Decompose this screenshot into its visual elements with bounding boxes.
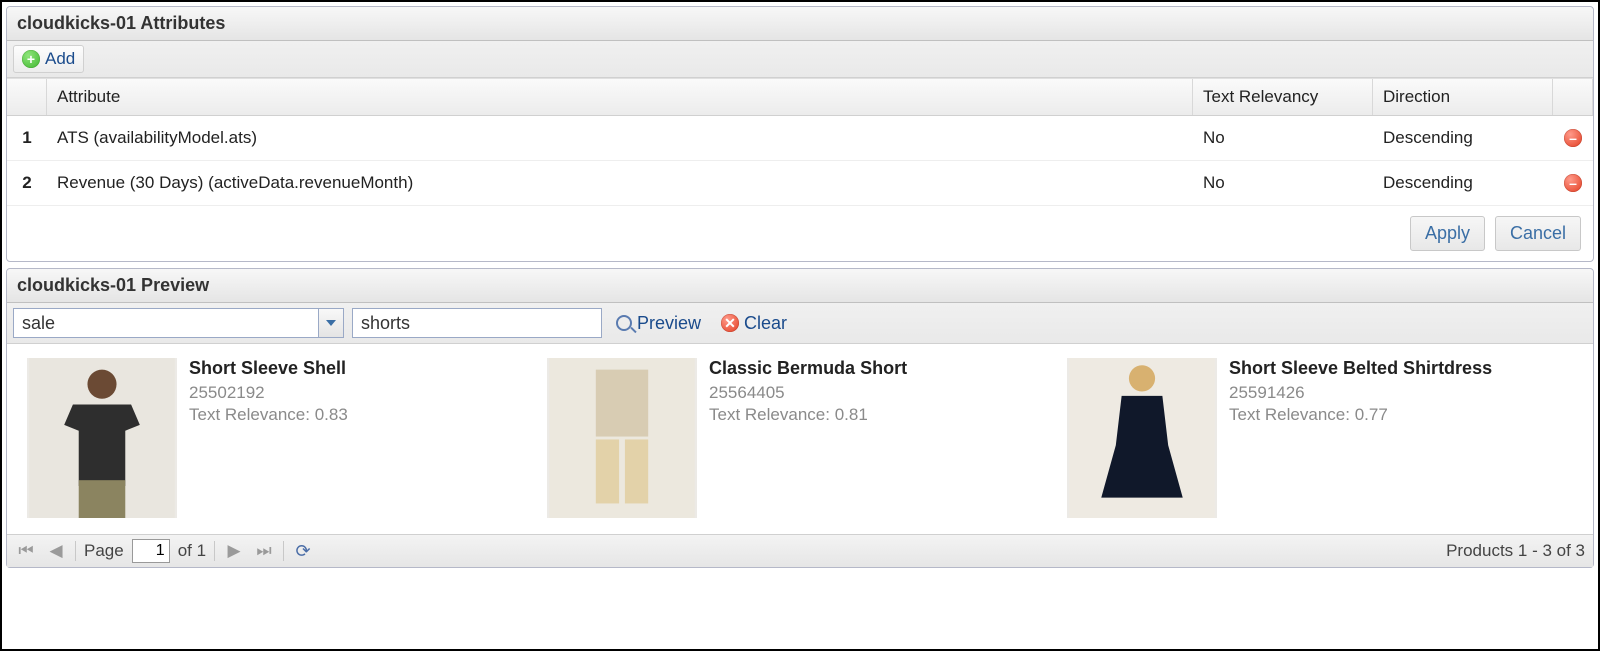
- add-button-label: Add: [45, 49, 75, 69]
- row-text-relevancy: No: [1193, 161, 1373, 205]
- attributes-panel: cloudkicks-01 Attributes + Add Attribute…: [6, 6, 1594, 262]
- paging-toolbar: ⏮ ◀ Page of 1 ▶ ⏭ ⟳ Products 1 - 3 of 3: [7, 534, 1593, 567]
- product-relevance: Text Relevance: 0.81: [709, 405, 907, 425]
- product-sku: 25564405: [709, 383, 907, 403]
- preview-button[interactable]: Preview: [610, 310, 707, 337]
- row-direction: Descending: [1373, 161, 1553, 205]
- product-image-icon: [547, 358, 697, 518]
- next-page-button[interactable]: ▶: [223, 540, 245, 562]
- col-header-attribute[interactable]: Attribute: [47, 79, 1193, 115]
- row-text-relevancy: No: [1193, 116, 1373, 160]
- product-relevance: Text Relevance: 0.77: [1229, 405, 1492, 425]
- preview-toolbar: Preview ✕ Clear: [7, 303, 1593, 344]
- paging-status: Products 1 - 3 of 3: [1446, 541, 1585, 561]
- category-input[interactable]: [13, 308, 318, 338]
- product-card[interactable]: Short Sleeve Belted Shirtdress 25591426 …: [1067, 358, 1547, 518]
- product-title: Classic Bermuda Short: [709, 358, 907, 379]
- clear-button[interactable]: ✕ Clear: [715, 310, 793, 337]
- attribute-row[interactable]: 1 ATS (availabilityModel.ats) No Descend…: [7, 116, 1593, 161]
- product-title: Short Sleeve Belted Shirtdress: [1229, 358, 1492, 379]
- col-header-text-relevancy[interactable]: Text Relevancy: [1193, 79, 1373, 115]
- page-label: Page: [84, 541, 124, 561]
- col-header-direction[interactable]: Direction: [1373, 79, 1553, 115]
- apply-button[interactable]: Apply: [1410, 216, 1485, 251]
- delete-row-button[interactable]: –: [1564, 129, 1582, 147]
- chevron-down-icon: [326, 320, 336, 326]
- preview-panel-title: cloudkicks-01 Preview: [7, 269, 1593, 303]
- search-input[interactable]: [352, 308, 602, 338]
- page-of-label: of 1: [178, 541, 206, 561]
- product-sku: 25591426: [1229, 383, 1492, 403]
- product-thumbnail: [547, 358, 697, 518]
- cancel-button[interactable]: Cancel: [1495, 216, 1581, 251]
- product-image-icon: [1067, 358, 1217, 518]
- separator: [214, 541, 215, 561]
- attributes-grid-header: Attribute Text Relevancy Direction: [7, 78, 1593, 116]
- preview-panel: cloudkicks-01 Preview Preview ✕ Clear: [6, 268, 1594, 568]
- row-number: 1: [7, 116, 47, 160]
- category-combo: [13, 308, 344, 338]
- clear-button-label: Clear: [744, 313, 787, 334]
- prev-page-button[interactable]: ◀: [45, 540, 67, 562]
- last-page-button[interactable]: ⏭: [253, 540, 275, 562]
- attribute-row[interactable]: 2 Revenue (30 Days) (activeData.revenueM…: [7, 161, 1593, 206]
- product-card[interactable]: Classic Bermuda Short 25564405 Text Rele…: [547, 358, 1027, 518]
- col-header-num: [7, 79, 47, 115]
- product-image-icon: [27, 358, 177, 518]
- attributes-actions: Apply Cancel: [7, 206, 1593, 261]
- attributes-panel-title: cloudkicks-01 Attributes: [7, 7, 1593, 41]
- category-combo-trigger[interactable]: [318, 308, 344, 338]
- preview-results: Short Sleeve Shell 25502192 Text Relevan…: [7, 344, 1593, 534]
- row-number: 2: [7, 161, 47, 205]
- row-direction: Descending: [1373, 116, 1553, 160]
- search-icon: [616, 315, 632, 331]
- product-relevance: Text Relevance: 0.83: [189, 405, 348, 425]
- page-number-input[interactable]: [132, 539, 170, 563]
- add-button[interactable]: + Add: [13, 45, 84, 73]
- row-attribute: ATS (availabilityModel.ats): [47, 116, 1193, 160]
- clear-icon: ✕: [721, 314, 739, 332]
- delete-row-button[interactable]: –: [1564, 174, 1582, 192]
- product-sku: 25502192: [189, 383, 348, 403]
- product-thumbnail: [27, 358, 177, 518]
- separator: [283, 541, 284, 561]
- product-card[interactable]: Short Sleeve Shell 25502192 Text Relevan…: [27, 358, 507, 518]
- refresh-button[interactable]: ⟳: [292, 540, 314, 562]
- first-page-button[interactable]: ⏮: [15, 540, 37, 562]
- product-thumbnail: [1067, 358, 1217, 518]
- row-attribute: Revenue (30 Days) (activeData.revenueMon…: [47, 161, 1193, 205]
- separator: [75, 541, 76, 561]
- preview-button-label: Preview: [637, 313, 701, 334]
- add-icon: +: [22, 50, 40, 68]
- col-header-actions: [1553, 79, 1593, 115]
- attributes-toolbar: + Add: [7, 41, 1593, 78]
- product-title: Short Sleeve Shell: [189, 358, 348, 379]
